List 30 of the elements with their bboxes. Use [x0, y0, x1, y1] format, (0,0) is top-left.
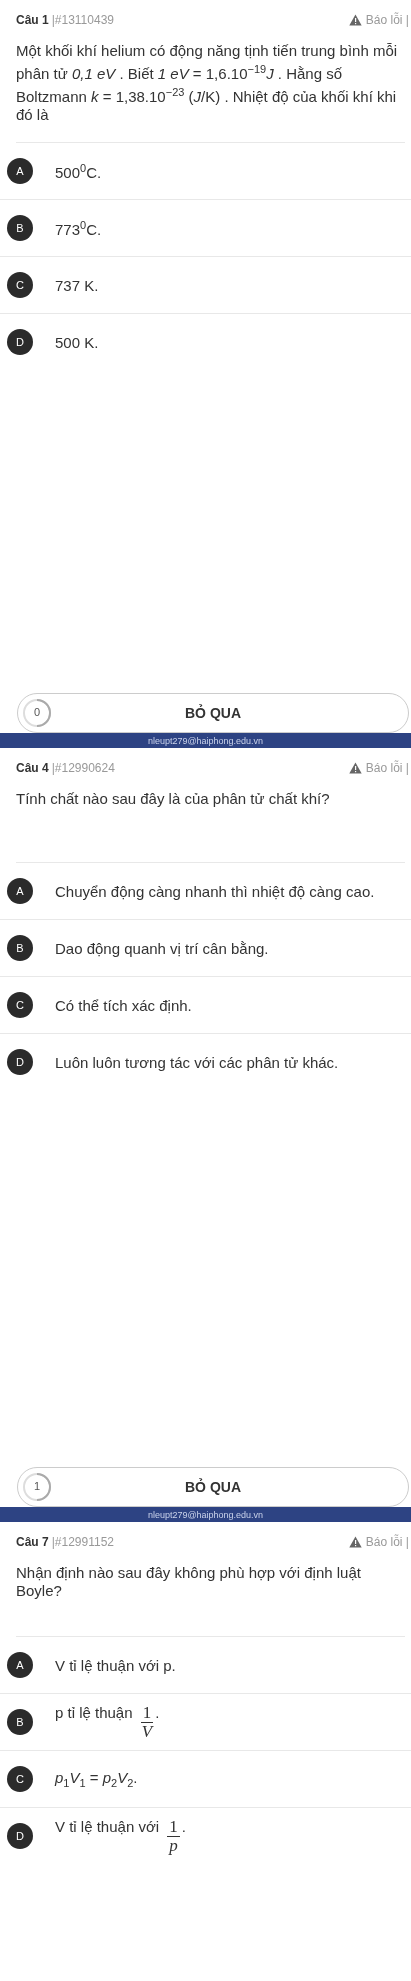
answer-option[interactable]: A V tỉ lệ thuận với p.: [0, 1637, 411, 1694]
answer-option[interactable]: D 500 K.: [0, 314, 411, 370]
warning-icon: [348, 762, 362, 774]
question-number: Câu 4: [16, 761, 49, 775]
email-text: nleupt279@haiphong.edu.vn: [147, 1509, 264, 1520]
question-text: Nhận định nào sau đây không phù hợp với định luật Boyle?: [16, 1564, 405, 1637]
email-text: nleupt279@haiphong.edu.vn: [147, 735, 264, 746]
answer-option[interactable]: B 773$^{0}$C.: [0, 200, 411, 257]
countdown-timer: 1: [22, 1472, 52, 1502]
answer-option[interactable]: D Luôn luôn tương tác với các phân tử khác.: [0, 1034, 411, 1090]
answer-option[interactable]: A 500$^{0}$C.: [0, 143, 411, 200]
question-number: Câu 7: [16, 1535, 49, 1549]
question-text: Một khối khí helium có động năng tịnh tiến trung bình mỗi phân tử 0,1 eV . Biết 1 eV = 1,6.10$^{−19}$J . Hằng số Boltzmann k = 1,38.10$^{−23}$ (J/K) . Nhiệt độ của khối khí khi đó là: [16, 42, 405, 143]
answer-option[interactable]: C Có thể tích xác định.: [0, 977, 411, 1034]
question-id: |#12991152: [51, 1535, 114, 1549]
answer-option[interactable]: B Dao động quanh vị trí cân bằng.: [0, 920, 411, 977]
countdown-timer: 0: [22, 698, 52, 728]
answer-option[interactable]: B p tỉ lệ thuận 1 V .: [0, 1694, 411, 1751]
question-number: Câu 1: [16, 13, 49, 27]
skip-button[interactable]: 1 BỎ QUA: [17, 1467, 409, 1507]
question-id: |#12990624: [51, 761, 115, 775]
question-text: Tính chất nào sau đây là của phân tử chất khí?: [16, 790, 405, 863]
answer-option[interactable]: C 737 K.: [0, 257, 411, 314]
question-id: |#13110439: [51, 13, 114, 27]
answer-option[interactable]: A Chuyển động càng nhanh thì nhiệt độ càng cao.: [0, 863, 411, 920]
answer-option[interactable]: D V tỉ lệ thuận với 1 p .: [0, 1808, 411, 1864]
answer-option[interactable]: C p$_{1}$V$_{1}$ = p$_{2}$V$_{2}$.: [0, 1751, 411, 1808]
warning-icon: [348, 1536, 362, 1548]
warning-icon: [348, 14, 362, 26]
skip-button[interactable]: 0 BỎ QUA: [17, 693, 409, 733]
